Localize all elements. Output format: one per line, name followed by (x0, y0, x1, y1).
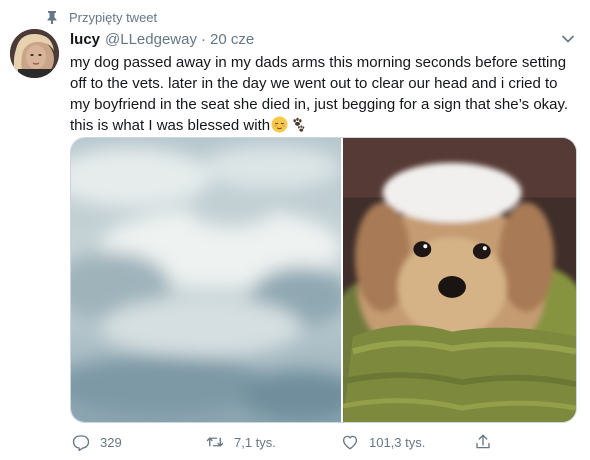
retweet-icon (204, 431, 226, 453)
like-count: 101,3 tys. (369, 434, 426, 450)
author-handle[interactable]: @LLedgeway (105, 31, 197, 48)
dog-photo[interactable] (341, 138, 576, 422)
retweet-button[interactable]: 7,1 tys. (204, 428, 276, 456)
reply-icon (70, 431, 92, 453)
tweet-text: my dog passed away in my dads arms this … (70, 54, 569, 134)
share-button[interactable] (472, 428, 502, 456)
separator-dot: · (200, 30, 206, 48)
chevron-down-icon[interactable] (560, 31, 576, 47)
tweet-header: lucy @LLedgeway · 20 cze (70, 29, 550, 49)
tweet-body: my dog passed away in my dads arms this … (70, 52, 580, 136)
like-button[interactable]: 101,3 tys. (339, 428, 425, 456)
share-icon (472, 431, 494, 453)
reply-button[interactable]: 329 (70, 428, 122, 456)
cloud-photo[interactable] (71, 138, 341, 422)
author-name[interactable]: lucy (70, 31, 100, 48)
tweet-media (70, 137, 577, 423)
paw-prints-emoji (289, 116, 306, 133)
retweet-count: 7,1 tys. (234, 434, 276, 450)
relieved-face-emoji (271, 116, 288, 133)
avatar[interactable] (10, 29, 59, 78)
tweet-actions: 329 7,1 tys. 101,3 tys. (64, 428, 584, 456)
pinned-text: Przypięty tweet (69, 9, 158, 25)
pin-icon (44, 9, 60, 25)
pinned-tweet-label: Przypięty tweet (44, 8, 157, 26)
reply-count: 329 (100, 434, 122, 450)
heart-icon (339, 431, 361, 453)
tweet-timestamp[interactable]: 20 cze (210, 31, 254, 48)
